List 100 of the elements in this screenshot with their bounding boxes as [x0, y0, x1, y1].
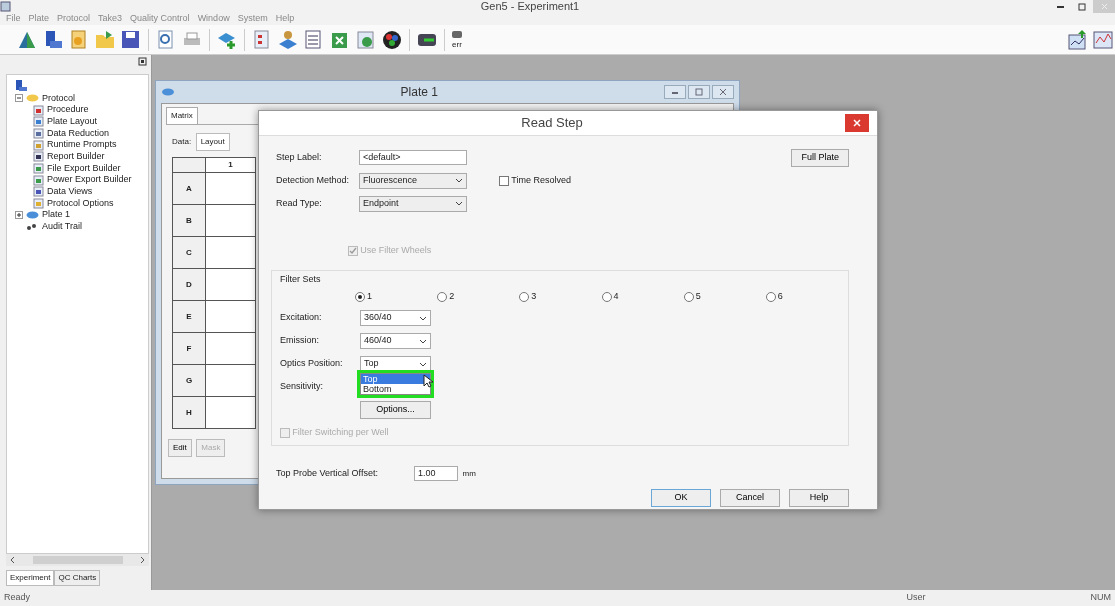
- well-cell[interactable]: [205, 396, 256, 429]
- chart-export-icon[interactable]: [1067, 28, 1089, 51]
- tree-item[interactable]: Protocol: [42, 91, 76, 106]
- tree-item[interactable]: Data Views: [47, 185, 93, 199]
- tab[interactable]: Matrix: [166, 107, 198, 124]
- radio-label: 3: [531, 289, 537, 303]
- tree-item[interactable]: Audit Trail: [42, 220, 83, 234]
- tree-item[interactable]: Protocol Options: [47, 196, 114, 211]
- dropdown[interactable]: 360/40: [360, 310, 431, 326]
- radio-button[interactable]: [355, 291, 365, 302]
- radio-label: 2: [449, 289, 455, 303]
- column-header: 1: [205, 157, 256, 173]
- tree-item[interactable]: File Export Builder: [47, 161, 121, 176]
- scroll-right-icon[interactable]: [139, 556, 146, 564]
- scroll-left-icon[interactable]: [9, 556, 16, 564]
- dropdown-option[interactable]: Top: [361, 374, 430, 384]
- expand-icon[interactable]: [15, 211, 23, 220]
- dialog-button[interactable]: Cancel: [720, 489, 780, 507]
- person-plate-icon[interactable]: [277, 28, 299, 51]
- status-text: NUM: [1090, 591, 1111, 605]
- tree-item[interactable]: Plate Layout: [47, 114, 98, 129]
- text-field[interactable]: <default>: [359, 150, 467, 165]
- well-cell[interactable]: [205, 300, 256, 333]
- well-cell[interactable]: [205, 268, 256, 301]
- radio-button[interactable]: [683, 291, 694, 302]
- restore-icon[interactable]: [694, 88, 703, 96]
- caret-icon[interactable]: [455, 177, 463, 184]
- options-button[interactable]: Options...: [360, 401, 431, 419]
- well-cell[interactable]: [205, 236, 256, 269]
- app-icon: [0, 1, 11, 12]
- group-label: Filter Sets: [280, 273, 322, 286]
- document-icon: [33, 116, 44, 128]
- well-cell[interactable]: [205, 332, 256, 365]
- checkbox-label: Time Resolved: [511, 173, 571, 187]
- dropdown[interactable]: Endpoint: [359, 195, 467, 212]
- well-cell[interactable]: [205, 204, 256, 237]
- radio-label: 5: [695, 289, 701, 303]
- caret-icon[interactable]: [419, 314, 427, 322]
- caret-icon[interactable]: [419, 360, 427, 368]
- dropdown-option[interactable]: Bottom: [361, 384, 430, 394]
- row-header: G: [172, 364, 206, 397]
- radio-button[interactable]: [437, 291, 448, 302]
- unit-label: mm: [462, 467, 476, 480]
- checkbox[interactable]: [499, 175, 509, 186]
- row-header: F: [172, 332, 206, 365]
- field-label: Step Label:: [276, 150, 323, 164]
- caret-icon[interactable]: [419, 337, 427, 345]
- document-icon: [33, 127, 44, 139]
- row-header: C: [172, 236, 206, 269]
- well-cell[interactable]: [205, 172, 256, 205]
- collapse-icon[interactable]: [15, 94, 23, 103]
- close-icon[interactable]: [719, 88, 727, 96]
- dialog-title: Read Step: [520, 114, 584, 133]
- field-label: Detection Method:: [276, 173, 351, 187]
- row-header: E: [172, 300, 206, 333]
- offset-field[interactable]: 1.00: [414, 466, 458, 481]
- status-text: Ready: [4, 591, 30, 605]
- dropdown[interactable]: 460/40: [360, 333, 431, 349]
- tree-item[interactable]: Report Builder: [47, 150, 105, 164]
- close-icon: [1099, 2, 1109, 11]
- field-label: Excitation:: [280, 311, 323, 325]
- document-icon: [33, 104, 44, 116]
- document-icon: [33, 151, 44, 163]
- window-title: Plate 1: [399, 84, 439, 101]
- close-button[interactable]: [712, 85, 734, 99]
- field-label: Sensitivity:: [280, 380, 324, 394]
- radio-button[interactable]: [519, 291, 530, 302]
- tree-item[interactable]: Data Reduction: [47, 126, 110, 141]
- horizontal-scrollbar[interactable]: [6, 554, 149, 566]
- tree-item[interactable]: Procedure: [47, 103, 89, 117]
- caret-icon[interactable]: [455, 200, 463, 207]
- close-button[interactable]: [845, 114, 869, 132]
- tree-item[interactable]: Power Export Builder: [47, 173, 132, 187]
- pin-icon[interactable]: [138, 57, 147, 66]
- save-icon[interactable]: [120, 28, 142, 51]
- window-title: Gen5 - Experiment1: [479, 0, 581, 15]
- panel-tab[interactable]: Experiment: [6, 570, 55, 586]
- status-text: User: [906, 591, 926, 605]
- dialog-button[interactable]: Help: [789, 489, 849, 507]
- color-wheel-icon[interactable]: [381, 28, 403, 51]
- row-header: D: [172, 268, 206, 301]
- field-label: Read Type:: [276, 196, 323, 210]
- document-icon: [33, 162, 44, 174]
- row-header: B: [172, 204, 206, 237]
- dialog-button[interactable]: OK: [651, 489, 711, 507]
- well-cell[interactable]: [205, 364, 256, 397]
- restore-icon: [1077, 2, 1087, 11]
- chart-icon[interactable]: [1093, 28, 1113, 51]
- full-plate-button[interactable]: Full Plate: [791, 148, 849, 167]
- radio-button[interactable]: [601, 291, 612, 302]
- radio-button[interactable]: [765, 291, 776, 302]
- radio-label: 1: [367, 289, 372, 303]
- check-icon: [349, 246, 357, 255]
- plate-button[interactable]: Edit: [168, 439, 192, 457]
- dropdown[interactable]: Fluorescence: [359, 172, 467, 189]
- data-view-button[interactable]: Layout: [195, 133, 230, 151]
- data-label: Data:: [172, 136, 192, 148]
- tree-item[interactable]: Runtime Prompts: [47, 138, 117, 152]
- tree-item[interactable]: Plate 1: [42, 208, 71, 222]
- panel-tab[interactable]: QC Charts: [54, 570, 101, 586]
